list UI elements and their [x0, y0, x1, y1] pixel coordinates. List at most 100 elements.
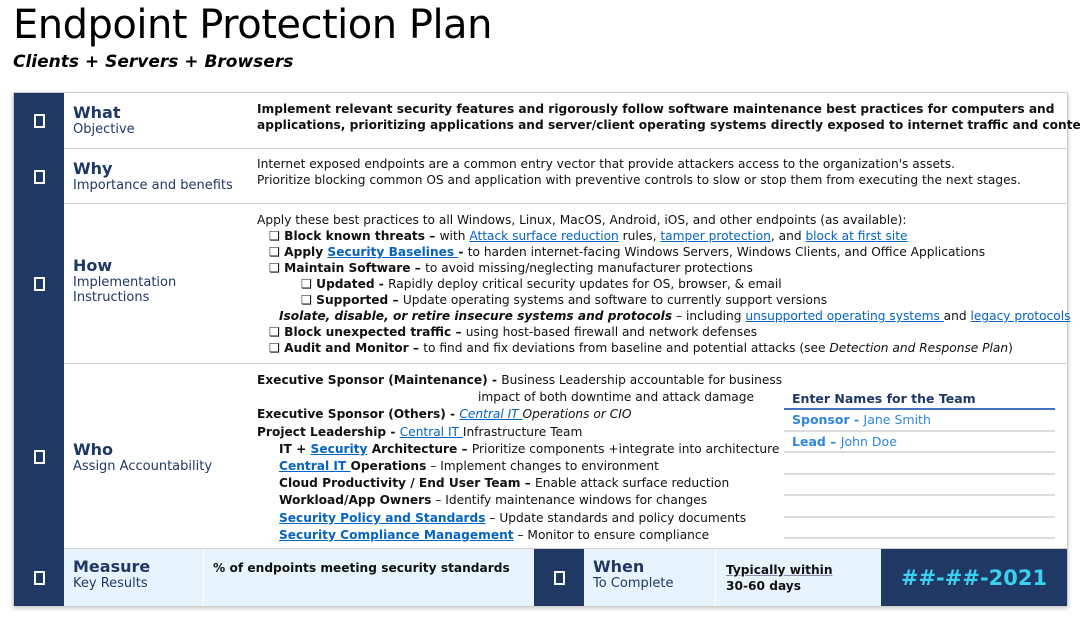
text-segment: Prioritize blocking common OS and applic…: [257, 173, 1021, 187]
link[interactable]: block at first site: [805, 229, 907, 243]
content-line: Executive Sponsor (Maintenance) - Busine…: [257, 372, 1057, 389]
plan-table: What Objective Implement relevant securi…: [13, 92, 1080, 606]
link[interactable]: Attack surface reduction: [469, 229, 618, 243]
text-segment: Rapidly deploy critical security updates…: [388, 277, 782, 291]
checkbox-icon: [14, 149, 64, 204]
team-entry-field[interactable]: Sponsor - Jane Smith: [784, 410, 1055, 432]
when-checkbox-icon: [534, 549, 584, 606]
checkbox-icon[interactable]: ❑: [301, 293, 316, 307]
content-line: ❑ Block known threats – with Attack surf…: [257, 228, 1057, 244]
row-content: Internet exposed endpoints are a common …: [257, 156, 1057, 188]
text-segment: Isolate, disable, or retire insecure sys…: [279, 309, 673, 323]
text-segment: Executive Sponsor (Maintenance) -: [257, 373, 502, 387]
checkbox-icon[interactable]: ❑: [269, 341, 284, 355]
text-segment: Supported –: [316, 293, 403, 307]
text-segment: Internet exposed endpoints are a common …: [257, 157, 955, 171]
text-segment: Apply these best practices to all Window…: [257, 213, 907, 227]
checkbox-icon: [14, 204, 64, 364]
checkbox-icon[interactable]: ❑: [269, 261, 284, 275]
text-segment: – Update standards and policy documents: [485, 510, 747, 525]
content-line: ❑ Block unexpected traffic – using host-…: [257, 324, 1057, 340]
text-segment: with: [439, 229, 470, 243]
text-segment: -: [458, 245, 468, 259]
link[interactable]: Central IT: [279, 459, 350, 473]
measure-text: % of endpoints meeting security standard…: [213, 561, 510, 575]
checkbox-icon[interactable]: ❑: [269, 229, 284, 243]
text-segment: – Monitor to ensure compliance: [513, 527, 710, 542]
content-line: ❑ Apply Security Baselines - to harden i…: [257, 244, 1057, 260]
when-label: When To Complete: [584, 549, 716, 606]
text-segment: Detection and Response Plan: [829, 341, 1009, 355]
text-segment: to avoid missing/neglecting manufacturer…: [425, 261, 753, 275]
text-segment: using host-based firewall and network de…: [465, 325, 758, 339]
row-heading: Why: [73, 159, 113, 178]
team-name: Jane Smith: [863, 412, 931, 427]
text-segment: Apply: [284, 245, 328, 259]
row-subheading: Objective: [73, 122, 135, 137]
team-entry-field[interactable]: [784, 518, 1055, 539]
text-segment: Maintain Software –: [284, 261, 426, 275]
text-segment: – Implement changes to environment: [426, 459, 659, 474]
page-title: Endpoint Protection Plan: [13, 2, 492, 48]
link[interactable]: unsupported operating systems: [745, 309, 943, 323]
row-why: Why Importance and benefits Internet exp…: [33, 149, 1067, 204]
page-subtitle: Clients + Servers + Browsers: [13, 52, 294, 72]
row-subheading: Assign Accountability: [73, 459, 213, 474]
text-segment: Workload/App Owners: [279, 493, 432, 508]
row-content: Implement relevant security features and…: [257, 101, 1080, 133]
row-heading: How: [73, 256, 113, 275]
link[interactable]: Security Policy and Standards: [279, 511, 486, 525]
content-line: ❑ Supported – Update operating systems a…: [257, 292, 1057, 308]
when-line2: 30-60 days: [726, 579, 801, 593]
checkbox-icon[interactable]: ❑: [269, 325, 284, 339]
link[interactable]: Security: [311, 442, 368, 456]
team-role: Sponsor -: [792, 412, 864, 427]
text-segment: and: [943, 309, 971, 323]
row-what: What Objective Implement relevant securi…: [33, 93, 1080, 149]
text-segment: Update operating systems and software to…: [402, 293, 828, 307]
team-name: John Doe: [840, 433, 897, 449]
text-segment: applications, prioritizing applications …: [257, 118, 1080, 132]
content-line: ❑ Maintain Software – to avoid missing/n…: [257, 260, 1057, 276]
team-entry-field[interactable]: [784, 496, 1055, 518]
content-line: ❑ Updated - Rapidly deploy critical secu…: [257, 276, 1057, 292]
text-segment: Enable attack surface reduction: [535, 476, 730, 491]
checkbox-icon[interactable]: ❑: [269, 245, 284, 259]
text-segment: Implement relevant security features and…: [257, 102, 1055, 116]
link[interactable]: tamper protection: [660, 229, 771, 243]
content-line: Implement relevant security features and…: [257, 101, 1057, 117]
content-line: ❑ Audit and Monitor – to find and fix de…: [257, 340, 1057, 356]
team-role: Lead –: [792, 433, 841, 449]
team-header: Enter Names for the Team: [784, 389, 1055, 410]
checkbox-icon: [14, 93, 64, 149]
team-entry-field[interactable]: [784, 453, 1055, 475]
text-segment: Architecture –: [367, 441, 472, 456]
text-segment: Operations or CIO: [522, 407, 632, 422]
text-segment: impact of both downtime and attack damag…: [478, 390, 755, 405]
checkbox-icon[interactable]: ❑: [301, 277, 316, 291]
when-line1: Typically within: [726, 563, 833, 577]
due-date: ##-##-2021: [881, 549, 1067, 606]
row-heading: Who: [73, 440, 114, 459]
link[interactable]: Central IT: [459, 407, 522, 421]
row-subheading: Importance and benefits: [73, 178, 233, 193]
team-entry-field[interactable]: [784, 475, 1055, 496]
measure-sub: Key Results: [73, 576, 148, 591]
row-heading: What: [73, 103, 121, 122]
text-segment: Cloud Productivity / End User Team –: [279, 476, 536, 491]
link[interactable]: Security Compliance Management: [279, 528, 514, 542]
text-segment: Block unexpected traffic –: [284, 325, 466, 339]
text-segment: to harden internet-facing Windows Server…: [467, 245, 986, 259]
text-segment: rules,: [618, 229, 661, 243]
team-entry-field[interactable]: Lead – John Doe: [784, 432, 1055, 453]
content-line: Prioritize blocking common OS and applic…: [257, 172, 1057, 188]
link[interactable]: Security Baselines: [327, 245, 458, 259]
row-content: Apply these best practices to all Window…: [257, 212, 1070, 356]
link[interactable]: Central IT: [400, 425, 463, 439]
bottom-row: Measure Key Results % of endpoints meeti…: [14, 549, 1067, 606]
text-segment: Audit and Monitor –: [284, 341, 424, 355]
team-names-table: Enter Names for the Team Sponsor - Jane …: [784, 389, 1055, 539]
link[interactable]: legacy protocols: [970, 309, 1070, 323]
text-segment: ): [1008, 341, 1013, 355]
text-segment: – Identify maintenance windows for chang…: [431, 493, 708, 508]
